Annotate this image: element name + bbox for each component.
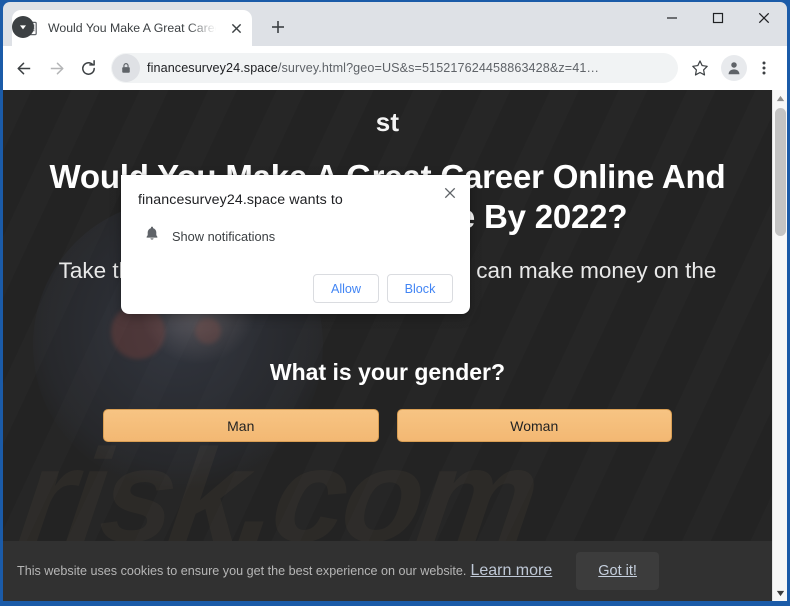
cookie-accept-button[interactable]: Got it! <box>576 552 659 590</box>
back-button-icon[interactable] <box>9 53 39 83</box>
choice-button-man[interactable]: Man <box>103 409 379 443</box>
download-indicator-icon[interactable] <box>12 16 34 38</box>
bookmark-star-icon[interactable] <box>685 53 715 83</box>
browser-toolbar: financesurvey24.space/survey.html?geo=US… <box>3 46 787 90</box>
tab-title: Would You Make A Great Career <box>48 21 218 35</box>
scrollbar-thumb[interactable] <box>775 108 786 236</box>
address-path: /survey.html?geo=US&s=515217624458863428… <box>277 61 600 75</box>
dialog-permission-label: Show notifications <box>172 228 276 244</box>
dialog-close-icon[interactable] <box>439 182 461 204</box>
address-bar[interactable]: financesurvey24.space/survey.html?geo=US… <box>111 53 678 83</box>
page-eyebrow: st <box>375 107 400 137</box>
web-page: risk.com st Would You Make A Great Caree… <box>3 90 772 601</box>
browser-tab[interactable]: Would You Make A Great Career <box>12 10 252 46</box>
cookie-learn-more-link[interactable]: Learn more <box>470 562 552 580</box>
minimize-button[interactable] <box>649 2 695 34</box>
cookie-banner-text: This website uses cookies to ensure you … <box>17 564 467 578</box>
scroll-down-arrow-icon[interactable] <box>773 585 787 601</box>
choice-button-woman[interactable]: Woman <box>396 409 672 443</box>
allow-button[interactable]: Allow <box>313 274 379 303</box>
tab-strip: Would You Make A Great Career <box>3 2 787 46</box>
survey-question: What is your gender? <box>269 359 506 386</box>
scroll-up-arrow-icon[interactable] <box>773 90 787 106</box>
dialog-actions: Allow Block <box>138 274 453 303</box>
dialog-permission-row: Show notifications <box>138 225 453 247</box>
maximize-button[interactable] <box>695 2 741 34</box>
window-controls <box>649 2 787 46</box>
block-button[interactable]: Block <box>387 274 453 303</box>
survey-choices: Man Woman <box>3 409 772 443</box>
tab-close-icon[interactable] <box>226 18 246 38</box>
close-window-button[interactable] <box>741 2 787 34</box>
address-host: financesurvey24.space <box>147 61 278 75</box>
cookie-consent-banner: This website uses cookies to ensure you … <box>3 541 772 601</box>
new-tab-button[interactable] <box>262 11 294 43</box>
dialog-title: financesurvey24.space wants to <box>138 192 343 208</box>
reload-button-icon[interactable] <box>73 53 103 83</box>
profile-avatar-icon[interactable] <box>721 55 747 81</box>
address-bar-text: financesurvey24.space/survey.html?geo=US… <box>147 61 599 75</box>
forward-button-icon[interactable] <box>41 53 71 83</box>
page-scrollbar[interactable] <box>772 90 787 601</box>
bell-icon <box>144 225 160 247</box>
page-viewport: risk.com st Would You Make A Great Caree… <box>3 90 787 601</box>
browser-menu-icon[interactable] <box>749 53 779 83</box>
lock-icon[interactable] <box>112 54 140 82</box>
browser-window: Would You Make A Great Career financesur… <box>0 0 790 606</box>
notification-permission-dialog: financesurvey24.space wants to Show noti… <box>121 175 470 314</box>
